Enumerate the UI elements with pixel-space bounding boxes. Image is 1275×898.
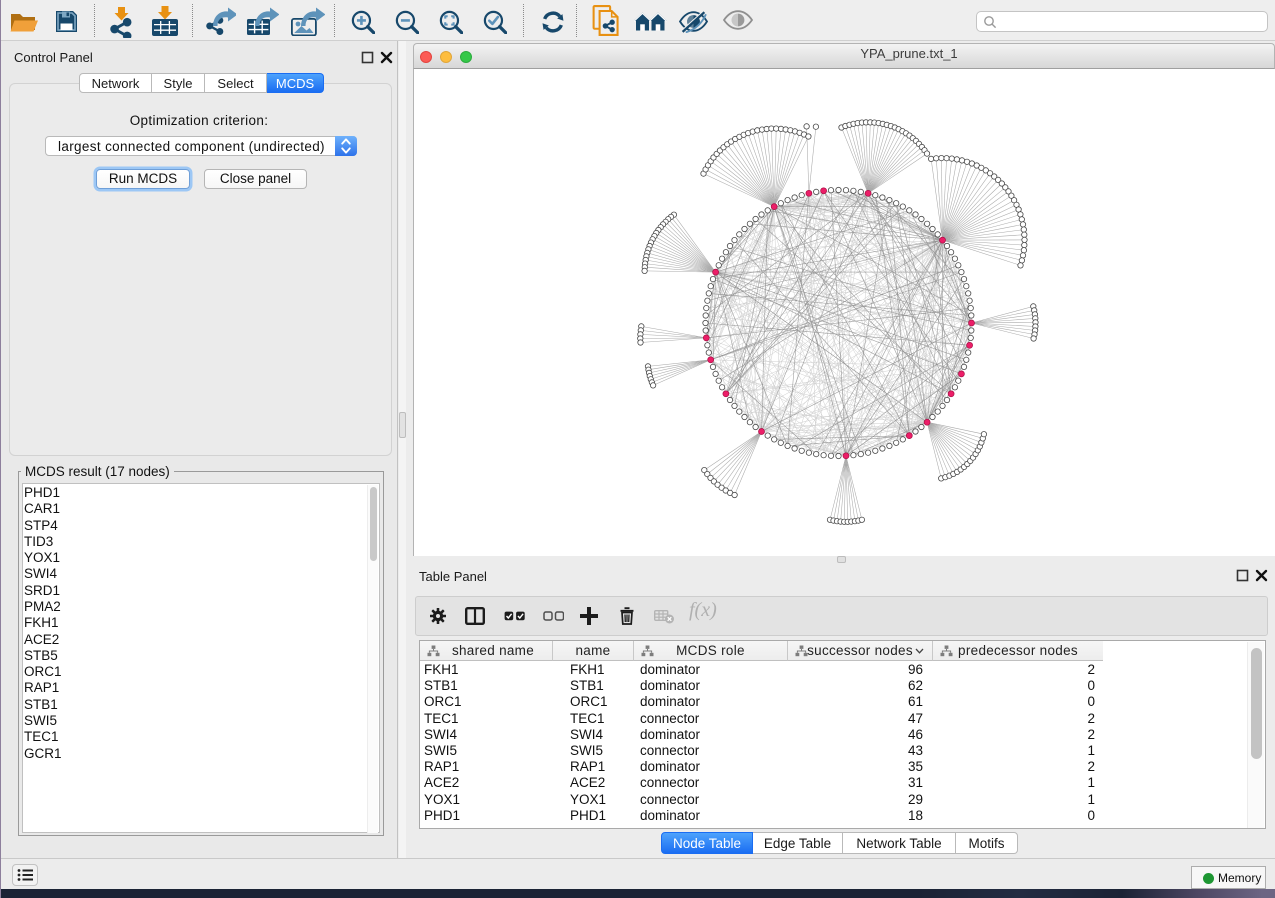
svg-text:f(x): f(x)	[689, 600, 717, 621]
